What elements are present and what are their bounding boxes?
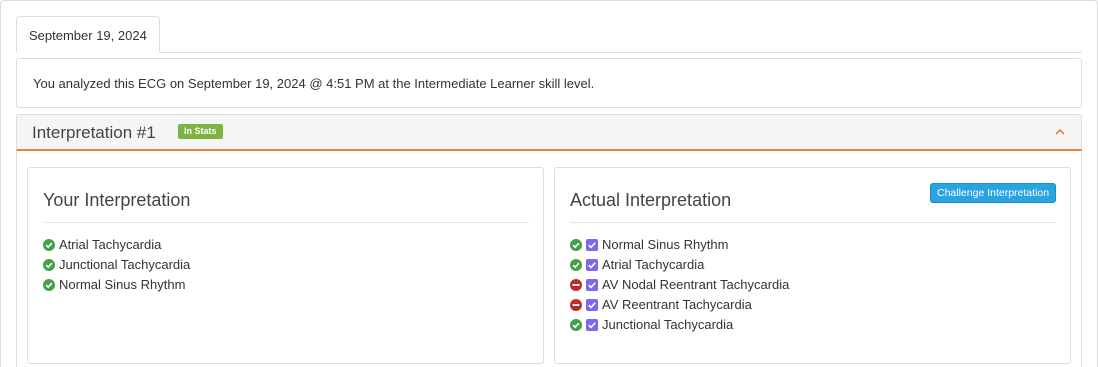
in-stats-badge: In Stats [178,124,223,139]
challenge-interpretation-button[interactable]: Challenge Interpretation [930,183,1057,203]
actual-interpretation-card: Actual Interpretation Challenge Interpre… [554,167,1071,364]
chevron-up-icon[interactable] [1055,127,1065,137]
list-item: Junctional Tachycardia [570,315,789,335]
minus-circle-icon [570,279,582,291]
list-item-label: Atrial Tachycardia [602,257,705,272]
list-item-label: Atrial Tachycardia [59,237,162,252]
check-circle-icon [43,239,55,251]
list-item: Normal Sinus Rhythm [570,235,789,255]
list-item-label: Normal Sinus Rhythm [602,237,729,252]
list-item-label: AV Nodal Reentrant Tachycardia [602,277,790,292]
list-item: Junctional Tachycardia [43,255,190,275]
date-tabs: September 19, 2024 [16,16,1082,53]
list-item-label: Normal Sinus Rhythm [59,277,186,292]
interpretation-title: Interpretation #1 [32,123,156,142]
actual-interpretation-list: Normal Sinus Rhythm Atrial Tachycardia AV … [570,235,789,335]
checkbox-checked-icon [586,319,598,331]
interpretation-panel-header[interactable]: Interpretation #1 In Stats [16,114,1082,151]
your-interpretation-heading: Your Interpretation [43,190,191,210]
checkbox-checked-icon [586,279,598,291]
checkbox-checked-icon [586,259,598,271]
check-circle-icon [570,259,582,271]
check-circle-icon [43,259,55,271]
your-interpretation-list: Atrial Tachycardia Junctional Tachycardia… [43,235,190,295]
divider [43,222,529,223]
check-circle-icon [570,319,582,331]
list-item-label: Junctional Tachycardia [602,317,734,332]
your-interpretation-card: Your Interpretation Atrial Tachycardia Ju… [27,167,544,364]
actual-interpretation-heading: Actual Interpretation [570,190,732,210]
tab-date[interactable]: September 19, 2024 [16,16,160,53]
list-item: Atrial Tachycardia [570,255,789,275]
analysis-info-text: You analyzed this ECG on September 19, 2… [33,76,595,91]
checkbox-checked-icon [586,239,598,251]
check-circle-icon [43,279,55,291]
list-item-label: Junctional Tachycardia [59,257,191,272]
list-item: AV Nodal Reentrant Tachycardia [570,275,789,295]
check-circle-icon [570,239,582,251]
list-item-label: AV Reentrant Tachycardia [602,297,752,312]
checkbox-checked-icon [586,299,598,311]
analysis-info-box: You analyzed this ECG on September 19, 2… [16,58,1082,108]
divider [570,222,1056,223]
list-item: Normal Sinus Rhythm [43,275,190,295]
list-item: Atrial Tachycardia [43,235,190,255]
list-item: AV Reentrant Tachycardia [570,295,789,315]
minus-circle-icon [570,299,582,311]
